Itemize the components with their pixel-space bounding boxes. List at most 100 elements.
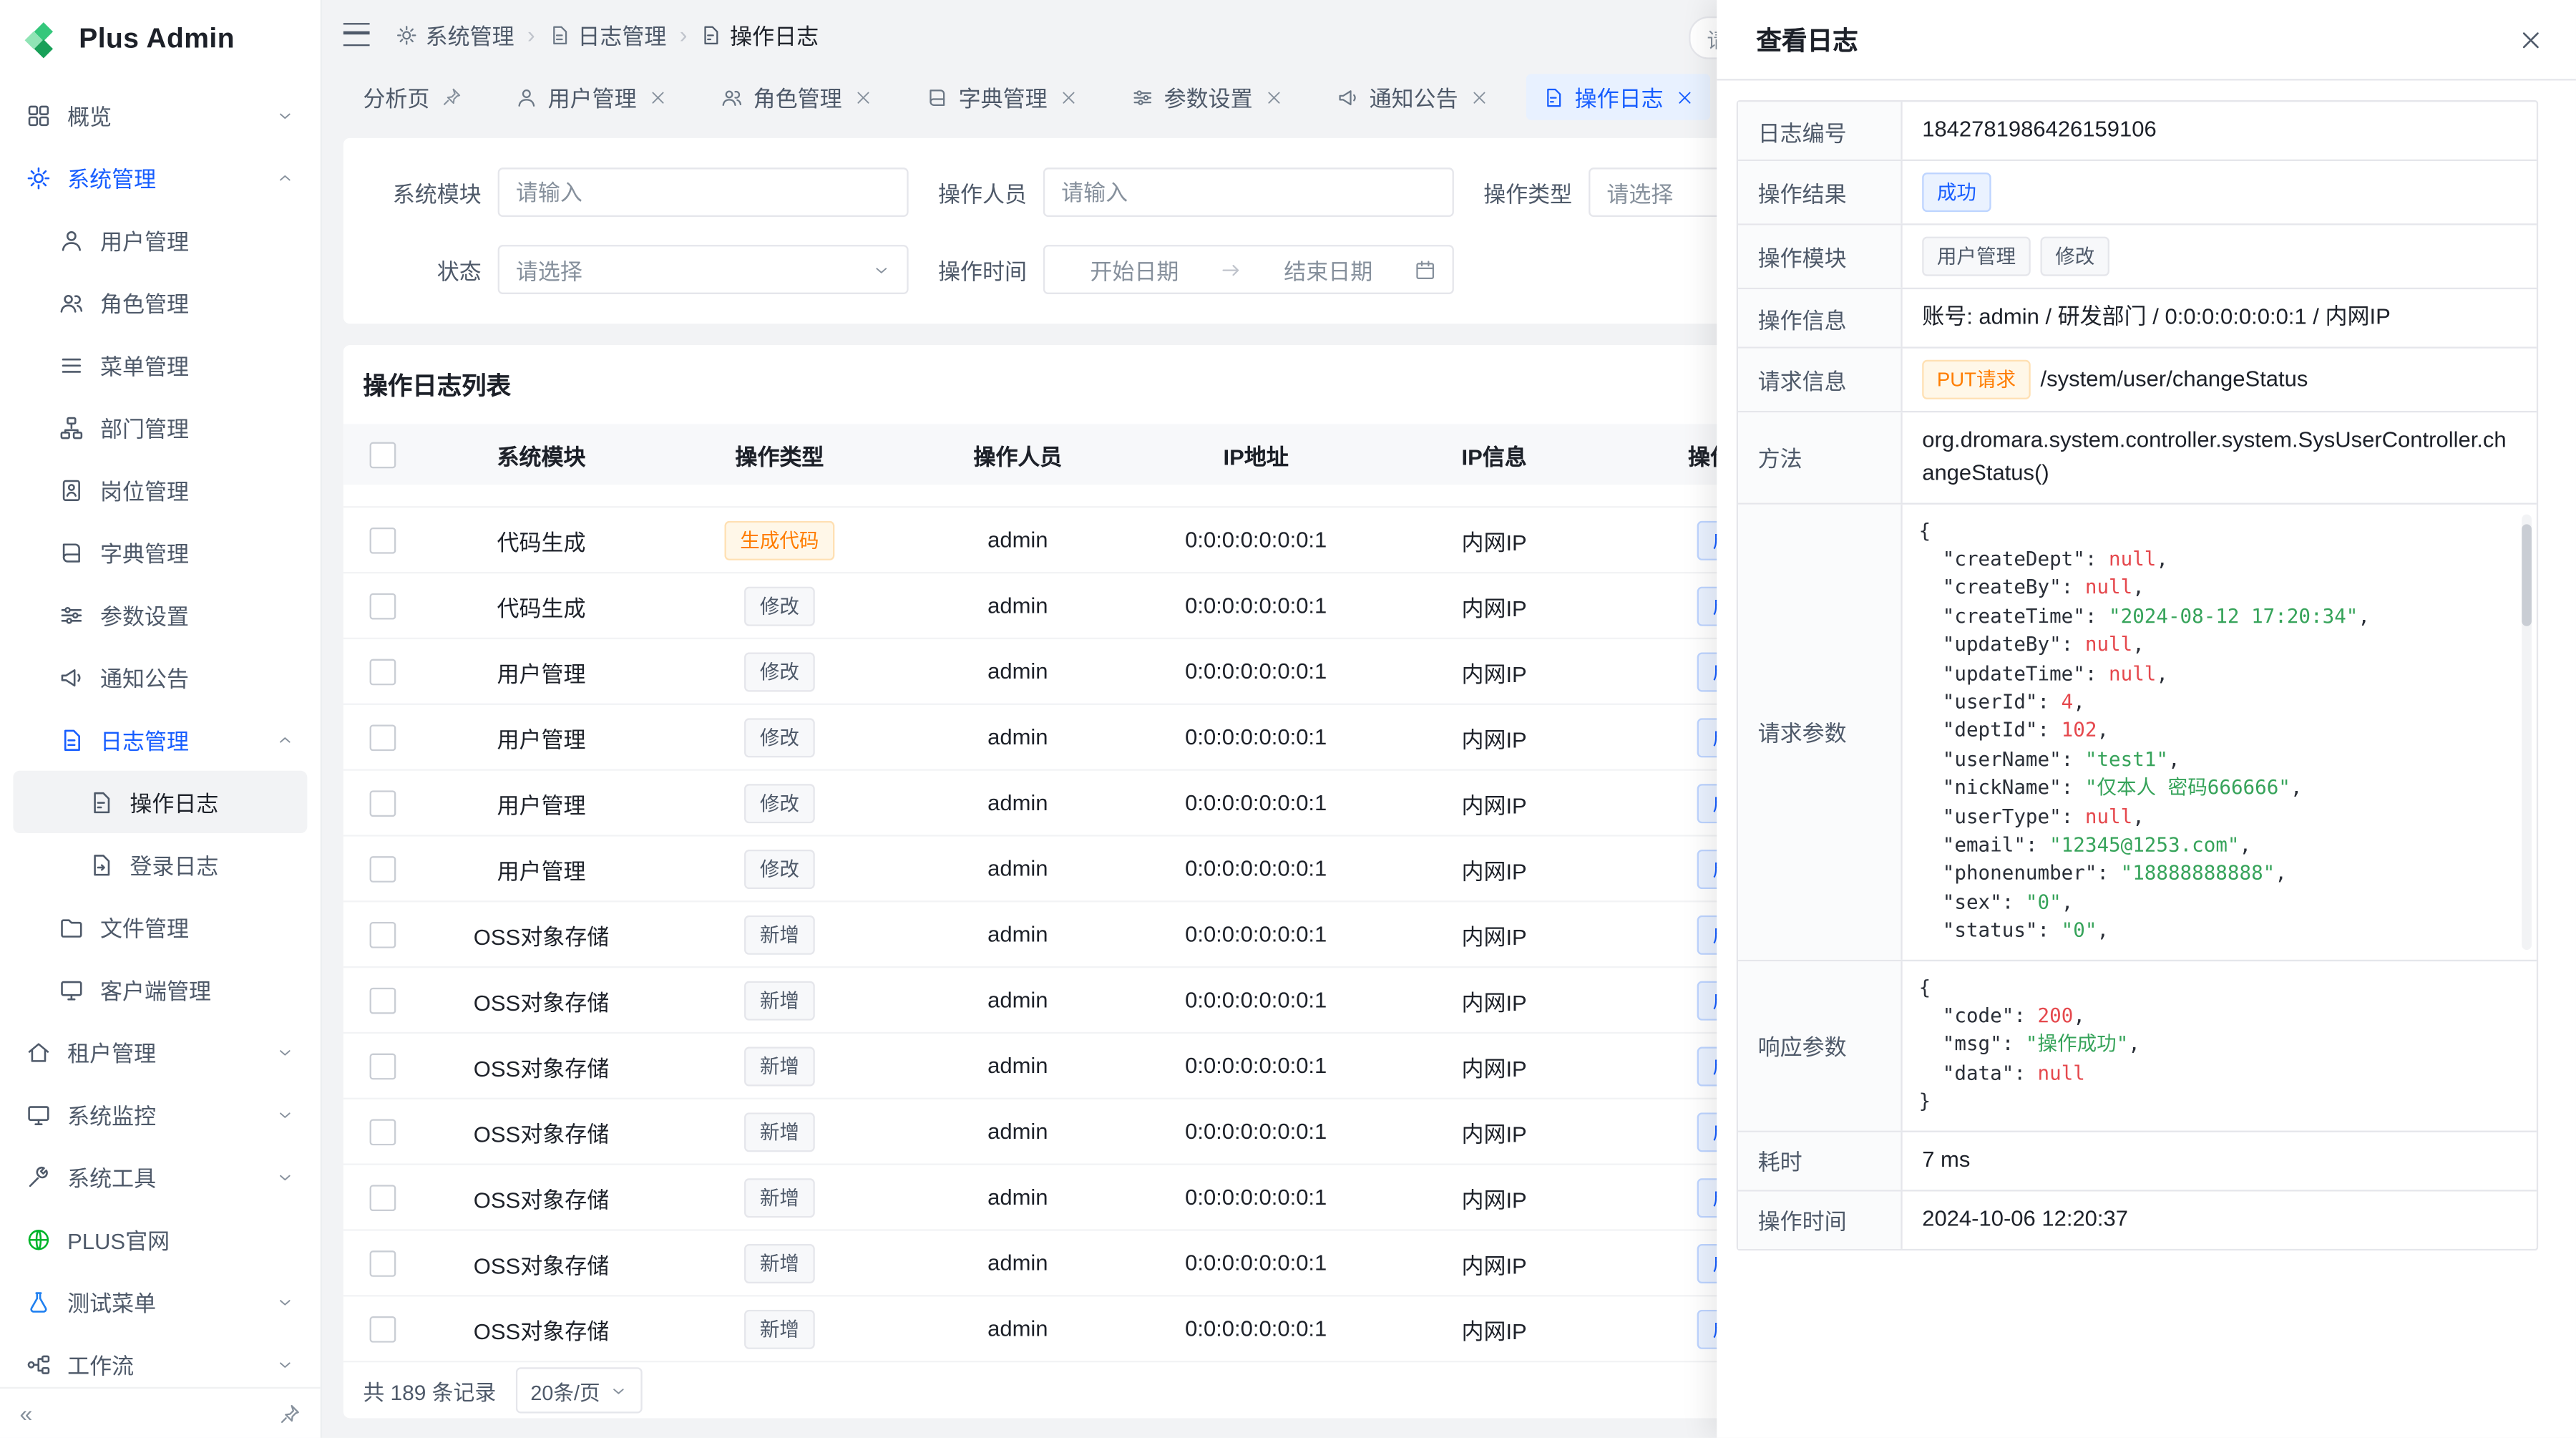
sidebar-item-notice[interactable]: 通知公告 bbox=[13, 646, 307, 708]
sidebar-item-overview[interactable]: 概览 bbox=[13, 84, 307, 146]
status-filter-select[interactable]: 请选择 bbox=[498, 245, 909, 294]
row-checkbox[interactable] bbox=[370, 790, 396, 817]
operator-filter-input[interactable] bbox=[1043, 167, 1454, 217]
close-icon[interactable] bbox=[854, 88, 872, 106]
row-checkbox[interactable] bbox=[370, 593, 396, 619]
cell-operator: admin bbox=[899, 988, 1137, 1012]
cell-ip-info: 内网IP bbox=[1375, 1115, 1614, 1148]
cell-ip: 0:0:0:0:0:0:0:1 bbox=[1137, 659, 1375, 684]
module-filter-input[interactable] bbox=[498, 167, 909, 217]
sidebar-item-tenant-management[interactable]: 租户管理 bbox=[13, 1021, 307, 1083]
drawer-close-button[interactable] bbox=[2519, 27, 2543, 52]
close-icon[interactable] bbox=[648, 88, 666, 106]
cell-ip-info: 内网IP bbox=[1375, 655, 1614, 688]
sidebar-item-client-management[interactable]: 客户端管理 bbox=[13, 958, 307, 1021]
row-checkbox[interactable] bbox=[370, 659, 396, 685]
close-icon[interactable] bbox=[1059, 88, 1077, 106]
cell-type: 生成代码 bbox=[660, 520, 899, 560]
cell-module: 代码生成 bbox=[422, 523, 660, 556]
pin-icon[interactable] bbox=[279, 1403, 301, 1424]
sidebar-item-dict-management[interactable]: 字典管理 bbox=[13, 521, 307, 583]
cell-ip-info: 内网IP bbox=[1375, 787, 1614, 820]
row-checkbox[interactable] bbox=[370, 1316, 396, 1342]
tab-notice[interactable]: 通知公告 bbox=[1320, 74, 1504, 120]
tab-operation-log[interactable]: 操作日志 bbox=[1526, 74, 1709, 120]
scrollbar-thumb[interactable] bbox=[2522, 523, 2532, 625]
cell-ip-info: 内网IP bbox=[1375, 1049, 1614, 1082]
row-checkbox[interactable] bbox=[370, 724, 396, 751]
breadcrumb-log-management[interactable]: 日志管理 bbox=[548, 18, 666, 51]
sidebar-item-user-management[interactable]: 用户管理 bbox=[13, 209, 307, 271]
tab-user-management[interactable]: 用户管理 bbox=[499, 74, 683, 120]
row-checkbox[interactable] bbox=[370, 1250, 396, 1277]
sidebar-item-workflow[interactable]: 工作流 bbox=[13, 1333, 307, 1387]
row-checkbox[interactable] bbox=[370, 921, 396, 948]
sidebar: Plus Admin 概览 系统管理 用户管理 角色管理 bbox=[0, 0, 322, 1438]
sidebar-item-param-settings[interactable]: 参数设置 bbox=[13, 583, 307, 646]
page-size-select[interactable]: 20条/页 bbox=[516, 1367, 643, 1413]
sidebar-item-system-monitor[interactable]: 系统监控 bbox=[13, 1083, 307, 1145]
chevron-down-icon bbox=[872, 261, 890, 278]
row-checkbox[interactable] bbox=[370, 987, 396, 1014]
sidebar-item-log-management[interactable]: 日志管理 bbox=[13, 709, 307, 771]
breadcrumb-operation-log[interactable]: 操作日志 bbox=[701, 18, 819, 51]
breadcrumb-system-management[interactable]: 系统管理 bbox=[396, 18, 514, 51]
tab-param-settings[interactable]: 参数设置 bbox=[1115, 74, 1299, 120]
type-badge: 生成代码 bbox=[726, 520, 834, 560]
sidebar-item-test-menu[interactable]: 测试菜单 bbox=[13, 1271, 307, 1333]
hamburger-menu-icon[interactable] bbox=[343, 23, 370, 46]
sidebar-item-plus-website[interactable]: PLUS官网 bbox=[13, 1208, 307, 1270]
app-title: Plus Admin bbox=[79, 23, 235, 56]
row-checkbox[interactable] bbox=[370, 527, 396, 553]
type-badge: 修改 bbox=[745, 783, 814, 822]
cell-ip: 0:0:0:0:0:0:0:1 bbox=[1137, 790, 1375, 815]
column-header-ip: IP地址 bbox=[1137, 438, 1375, 471]
drawer-header: 查看日志 bbox=[1717, 0, 2576, 80]
sidebar-item-login-log[interactable]: 登录日志 bbox=[13, 833, 307, 895]
workflow-icon bbox=[26, 1351, 51, 1376]
sidebar-item-post-management[interactable]: 岗位管理 bbox=[13, 459, 307, 521]
request-params-json[interactable]: { "createDept": null, "createBy": null, … bbox=[1919, 517, 2520, 946]
time-range-picker[interactable]: 开始日期 结束日期 bbox=[1043, 245, 1454, 294]
module-filter-label: 系统模块 bbox=[389, 176, 482, 209]
cell-operator: admin bbox=[899, 659, 1137, 684]
sidebar-item-menu-management[interactable]: 菜单管理 bbox=[13, 334, 307, 396]
cell-type: 新增 bbox=[660, 981, 899, 1020]
cell-ip: 0:0:0:0:0:0:0:1 bbox=[1137, 1316, 1375, 1341]
sidebar-item-role-management[interactable]: 角色管理 bbox=[13, 271, 307, 334]
document-icon bbox=[548, 24, 570, 45]
method-value: org.dromara.system.controller.system.Sys… bbox=[1903, 412, 2537, 502]
cell-operator: admin bbox=[899, 1054, 1137, 1078]
drawer-title: 查看日志 bbox=[1756, 21, 1858, 58]
close-icon[interactable] bbox=[1675, 88, 1693, 106]
info-label: 操作信息 bbox=[1738, 289, 1903, 346]
pin-icon[interactable] bbox=[441, 87, 461, 107]
sidebar-item-operation-log[interactable]: 操作日志 bbox=[13, 771, 307, 833]
gear-icon bbox=[26, 165, 51, 190]
cell-module: OSS对象存储 bbox=[422, 983, 660, 1016]
close-icon[interactable] bbox=[1264, 88, 1282, 106]
cell-module: OSS对象存储 bbox=[422, 1181, 660, 1214]
type-badge: 新增 bbox=[745, 915, 814, 954]
tab-role-management[interactable]: 角色管理 bbox=[704, 74, 888, 120]
chevron-up-icon bbox=[276, 731, 294, 749]
tab-analysis[interactable]: 分析页 bbox=[346, 74, 477, 120]
type-filter-label: 操作类型 bbox=[1480, 176, 1573, 209]
close-icon[interactable] bbox=[1470, 88, 1488, 106]
select-all-checkbox[interactable] bbox=[370, 442, 396, 468]
sidebar-item-file-management[interactable]: 文件管理 bbox=[13, 895, 307, 958]
sidebar-item-system-management[interactable]: 系统管理 bbox=[13, 146, 307, 208]
tab-dict-management[interactable]: 字典管理 bbox=[909, 74, 1093, 120]
row-checkbox[interactable] bbox=[370, 856, 396, 883]
row-checkbox[interactable] bbox=[370, 1119, 396, 1145]
cell-type: 修改 bbox=[660, 849, 899, 888]
sidebar-item-system-tools[interactable]: 系统工具 bbox=[13, 1145, 307, 1208]
cell-ip: 0:0:0:0:0:0:0:1 bbox=[1137, 1250, 1375, 1275]
sidebar-collapse-button[interactable]: « bbox=[20, 1400, 33, 1427]
row-checkbox[interactable] bbox=[370, 1185, 396, 1211]
sidebar-item-dept-management[interactable]: 部门管理 bbox=[13, 396, 307, 458]
row-checkbox[interactable] bbox=[370, 1053, 396, 1079]
sliders-icon bbox=[1131, 87, 1153, 108]
log-id-label: 日志编号 bbox=[1738, 102, 1903, 159]
cell-module: OSS对象存储 bbox=[422, 1049, 660, 1082]
